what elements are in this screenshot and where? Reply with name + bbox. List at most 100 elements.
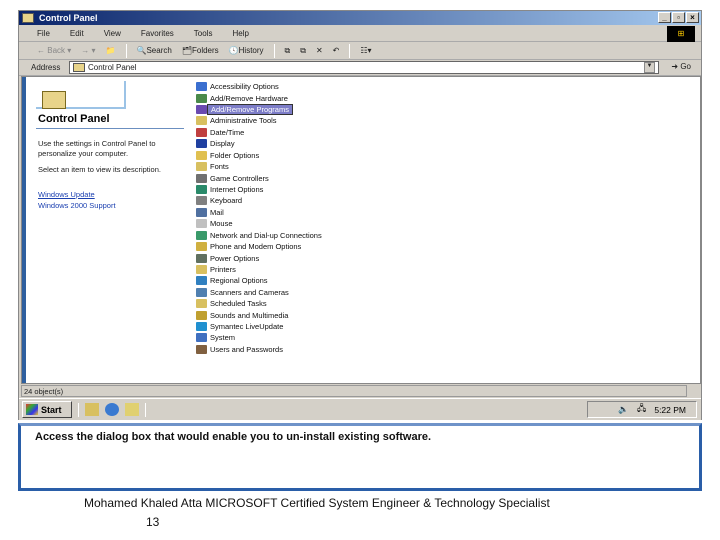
windows-logo-icon: ⊞	[667, 26, 695, 42]
item-label: Users and Passwords	[210, 344, 283, 354]
move-to-icon[interactable]: ⧉	[285, 46, 291, 56]
volume-icon[interactable]: 🔈	[618, 404, 629, 415]
applet-icon	[196, 230, 207, 240]
undo-icon[interactable]: ↶	[333, 46, 340, 55]
start-button[interactable]: Start	[22, 401, 72, 418]
menu-edit[interactable]: Edit	[70, 29, 84, 38]
control-panel-item[interactable]: Scanners and Cameras	[196, 287, 322, 298]
menu-help[interactable]: Help	[232, 29, 248, 38]
footer-text: Mohamed Khaled Atta MICROSOFT Certified …	[84, 496, 550, 510]
taskbar: Start 🔈 🖧 5:22 PM	[19, 398, 701, 420]
views-icon[interactable]: ☷▾	[360, 46, 371, 55]
minimize-button[interactable]: _	[658, 12, 671, 23]
control-panel-item[interactable]: Power Options	[196, 252, 322, 263]
windows-flag-icon	[26, 404, 38, 415]
item-label: Keyboard	[210, 196, 243, 206]
control-panel-item[interactable]: Mail	[196, 207, 322, 218]
control-panel-item[interactable]: Add/Remove Programs	[196, 104, 322, 116]
control-panel-item[interactable]: Game Controllers	[196, 172, 322, 183]
status-bar: 24 object(s)	[21, 385, 687, 397]
control-panel-item[interactable]: Network and Dial-up Connections	[196, 229, 322, 240]
item-label: Administrative Tools	[210, 116, 277, 126]
item-label: Scanners and Cameras	[210, 287, 289, 297]
control-panel-item[interactable]: Administrative Tools	[196, 115, 322, 126]
menu-file[interactable]: File	[37, 29, 50, 38]
folder-icon	[73, 63, 85, 72]
item-label: Scheduled Tasks	[210, 299, 267, 309]
restore-button[interactable]: ▫	[672, 12, 685, 23]
clock: 5:22 PM	[654, 404, 686, 415]
applet-icon	[196, 264, 207, 274]
control-panel-item[interactable]: System	[196, 332, 322, 343]
control-panel-item[interactable]: Printers	[196, 264, 322, 275]
go-button[interactable]: ➜ Go	[671, 62, 691, 71]
item-label: Power Options	[210, 253, 260, 263]
control-panel-item[interactable]: Folder Options	[196, 150, 322, 161]
applet-icon	[196, 242, 207, 252]
control-panel-item[interactable]: Display	[196, 138, 322, 149]
question-box: Access the dialog box that would enable …	[18, 423, 702, 491]
applet-icon	[196, 322, 207, 332]
item-label: Regional Options	[210, 276, 268, 286]
item-label: Mouse	[210, 219, 233, 229]
applet-icon	[196, 287, 207, 297]
applet-icon	[196, 219, 207, 229]
control-panel-item[interactable]: Mouse	[196, 218, 322, 229]
copy-to-icon[interactable]: ⧉	[300, 46, 306, 56]
applet-icon	[196, 310, 207, 320]
item-label: Sounds and Multimedia	[210, 310, 289, 320]
control-panel-item[interactable]: Internet Options	[196, 184, 322, 195]
control-panel-item[interactable]: Add/Remove Hardware	[196, 92, 322, 103]
show-desktop-icon[interactable]	[85, 403, 99, 416]
applet-icon	[196, 82, 207, 92]
item-label: Network and Dial-up Connections	[210, 230, 322, 240]
address-input[interactable]: Control Panel	[69, 61, 659, 74]
item-label: Accessibility Options	[210, 82, 279, 92]
search-button[interactable]: 🔍Search	[137, 46, 172, 55]
applet-icon	[196, 299, 207, 309]
control-panel-item[interactable]: Date/Time	[196, 127, 322, 138]
applet-icon	[196, 207, 207, 217]
control-panel-large-icon	[42, 91, 66, 109]
item-label: Printers	[210, 264, 236, 274]
windows-support-link[interactable]: Windows 2000 Support	[38, 201, 116, 210]
control-panel-item[interactable]: Keyboard	[196, 195, 322, 206]
up-folder-icon[interactable]: 📁	[106, 46, 116, 55]
explorer-icon[interactable]	[125, 403, 139, 416]
applet-icon	[196, 185, 207, 194]
applet-icon	[196, 105, 207, 115]
folders-button[interactable]: 🗂Folders	[182, 46, 219, 55]
title-bar: Control Panel _ ▫ ×	[19, 11, 701, 25]
control-panel-item[interactable]: Fonts	[196, 161, 322, 172]
windows-update-link[interactable]: Windows Update	[38, 190, 95, 199]
forward-button[interactable]: → ▾	[81, 46, 95, 55]
history-button[interactable]: 🕓History	[229, 46, 264, 55]
control-panel-item[interactable]: Sounds and Multimedia	[196, 309, 322, 320]
control-panel-item[interactable]: Scheduled Tasks	[196, 298, 322, 309]
applet-icon	[196, 150, 207, 160]
control-panel-item[interactable]: Accessibility Options	[196, 81, 322, 92]
item-label: Date/Time	[210, 127, 245, 137]
item-label: Mail	[210, 207, 224, 217]
back-button[interactable]: ← Back ▾	[37, 46, 71, 55]
control-panel-item[interactable]: Phone and Modem Options	[196, 241, 322, 252]
address-dropdown[interactable]: ▼	[644, 62, 655, 73]
menu-view[interactable]: View	[104, 29, 121, 38]
applet-icon	[196, 139, 207, 149]
applet-icon	[196, 253, 207, 263]
control-panel-item[interactable]: Users and Passwords	[196, 344, 322, 355]
item-label: Add/Remove Programs	[207, 104, 293, 116]
applet-icon	[196, 116, 207, 126]
delete-icon[interactable]: ✕	[316, 46, 323, 55]
menu-tools[interactable]: Tools	[194, 29, 213, 38]
close-button[interactable]: ×	[686, 12, 699, 23]
internet-explorer-icon[interactable]	[105, 403, 119, 416]
applet-icon	[196, 344, 207, 354]
control-panel-item[interactable]: Symantec LiveUpdate	[196, 321, 322, 332]
menu-favorites[interactable]: Favorites	[141, 29, 174, 38]
control-panel-item[interactable]: Regional Options	[196, 275, 322, 286]
network-icon[interactable]: 🖧	[637, 403, 646, 417]
item-label: Phone and Modem Options	[210, 242, 302, 252]
applet-icon	[196, 333, 207, 343]
info-panel: Control Panel Use the settings in Contro…	[22, 77, 190, 383]
